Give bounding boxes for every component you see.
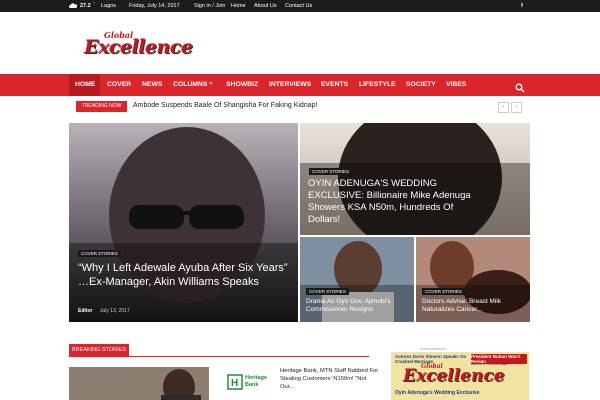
news-image <box>69 367 209 400</box>
news-headline[interactable]: Heritage Bank, MTN Staff Nabbed For Stea… <box>280 367 380 391</box>
nav-item-news[interactable]: NEWS <box>142 81 162 88</box>
tile-headline[interactable]: OYIN ADENUGA'S WEDDING EXCLUSIVE: Billio… <box>308 178 478 226</box>
featured-tile-doctors[interactable]: COVER STORIES Doctors Advise: Breast Mil… <box>416 237 530 322</box>
chevron-down-icon: ⌄ <box>208 79 214 86</box>
tile-headline[interactable]: Doctors Advise: Breast Milk Naturalizes … <box>422 298 526 314</box>
ad-logo-excellence: Excellence <box>403 366 505 386</box>
nav-item-interviews[interactable]: INTERVIEWS <box>269 81 311 88</box>
top-link-home[interactable]: Home <box>231 3 246 9</box>
tile-author[interactable]: Editor <box>78 308 92 314</box>
weather-temp: 27.2 <box>80 3 91 9</box>
breaking-section-header: BREAKING STORIES <box>69 344 369 357</box>
nav-item-columns[interactable]: COLUMNS <box>173 81 207 88</box>
tile-image <box>69 123 298 322</box>
nav-item-events[interactable]: EVENTS <box>321 81 348 88</box>
featured-tile-wedding[interactable]: COVER STORIES OYIN ADENUGA'S WEDDING EXC… <box>300 123 530 235</box>
svg-text:H: H <box>231 378 238 389</box>
nav-item-vibes[interactable]: VIBES <box>446 81 466 88</box>
trending-prev-button[interactable]: ‹ <box>498 102 509 113</box>
top-bar: 27.2 ° Lagos Friday, July 14, 2017 Sign … <box>0 0 600 12</box>
breaking-label[interactable]: BREAKING STORIES <box>69 344 129 356</box>
news-thumbnail[interactable] <box>69 367 209 400</box>
tile-category-tag[interactable]: COVER STORIES <box>422 288 465 295</box>
advertisement-banner[interactable]: Actress Doris Simeon Speaks On Crashed M… <box>391 352 529 400</box>
featured-tile-main[interactable]: COVER STORIES “Why I Left Adewale Ayuba … <box>69 123 298 322</box>
logo-excellence-text: Excellence <box>84 36 193 58</box>
site-logo[interactable]: Global Excellence <box>84 30 204 60</box>
trending-next-button[interactable]: › <box>511 102 522 113</box>
weather-cloud-icon <box>69 3 78 8</box>
tile-category-tag[interactable]: COVER STORIES <box>306 288 349 295</box>
trending-label: TRENDING NOW <box>76 101 127 112</box>
bank-logo-text: Heritage Bank <box>245 375 268 388</box>
tile-date: July 13, 2017 <box>100 308 130 314</box>
signin-link[interactable]: Sign in / Join <box>194 3 226 9</box>
nav-item-cover[interactable]: COVER <box>107 81 131 88</box>
tile-category-tag[interactable]: COVER STORIES <box>309 168 352 175</box>
search-icon[interactable] <box>515 80 525 93</box>
nav-item-lifestyle[interactable]: LIFESTYLE <box>359 81 396 88</box>
current-date: Friday, July 14, 2017 <box>129 3 180 9</box>
main-nav: HOME COVER NEWS COLUMNS ⌄ SHOWBIZ INTERV… <box>0 74 600 96</box>
heritage-bank-logo: H Heritage Bank <box>225 372 275 394</box>
top-link-about[interactable]: About Us <box>254 3 277 9</box>
ad-headline-4: Oyin Adenuga's Wedding Exclusive <box>395 390 480 396</box>
featured-tile-oyo[interactable]: COVER STORIES Drama As Oyo Gov. Ajimobi'… <box>300 237 414 322</box>
top-link-contact[interactable]: Contact Us <box>285 3 312 9</box>
tile-category-tag[interactable]: COVER STORIES <box>78 250 121 257</box>
nav-item-society[interactable]: SOCIETY <box>406 81 436 88</box>
tile-headline[interactable]: Drama As Oyo Gov. Ajimobi's Commissioner… <box>306 298 410 314</box>
trending-bar: TRENDING NOW Ambode Suspends Baale Of Sh… <box>0 98 600 118</box>
weather-degree: ° <box>93 1 95 6</box>
trending-headline[interactable]: Ambode Suspends Baale Of Shangisha For F… <box>133 102 317 109</box>
tile-headline[interactable]: “Why I Left Adewale Ayuba After Six Year… <box>78 261 288 289</box>
advertisement-label: - Advertisement - <box>418 346 449 351</box>
weather-city: Lagos <box>101 3 116 9</box>
nav-item-home[interactable]: HOME <box>75 81 95 88</box>
nav-item-showbiz[interactable]: SHOWBIZ <box>226 81 258 88</box>
facebook-icon[interactable]: f <box>521 3 523 9</box>
